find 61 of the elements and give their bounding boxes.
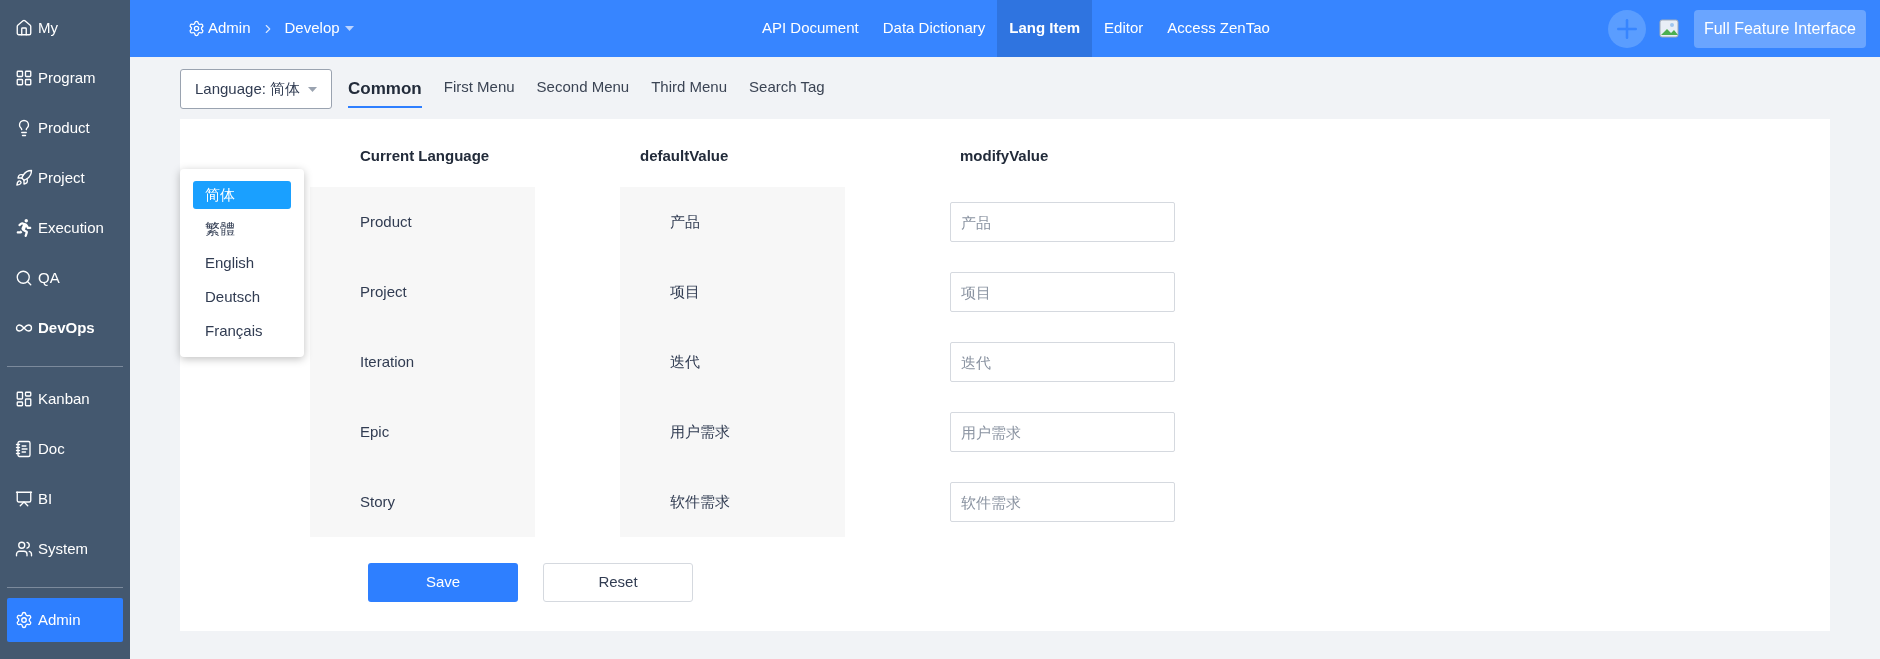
tab[interactable]: Search Tag — [749, 69, 825, 109]
column-header: modifyValue — [959, 146, 1050, 166]
table-cell: 项目 — [620, 257, 845, 327]
tab[interactable]: Third Menu — [651, 69, 728, 109]
input-field[interactable]: 项目 — [950, 272, 1175, 312]
column-header: Current Language — [359, 146, 491, 166]
board-icon — [15, 390, 33, 408]
table-cell: Epic — [310, 397, 535, 467]
language-option[interactable]: Français — [193, 317, 291, 345]
input-field[interactable]: 产品 — [950, 202, 1175, 242]
table-cell: 迭代 — [620, 327, 845, 397]
running-person-icon — [15, 219, 33, 237]
breadcrumb-link[interactable]: Admin — [188, 17, 251, 40]
table-cell: Story — [310, 467, 535, 537]
house-icon — [15, 19, 33, 37]
sidebar-item[interactable]: Execution — [7, 206, 123, 250]
reset-button[interactable]: Reset — [543, 563, 693, 602]
input-field[interactable]: 软件需求 — [950, 482, 1175, 522]
sidebar-item[interactable]: Admin — [7, 598, 123, 642]
tab[interactable]: Second Menu — [536, 69, 630, 109]
input-field[interactable]: 用户需求 — [950, 412, 1175, 452]
sidebar-item[interactable]: Kanban — [7, 377, 123, 421]
notebook-icon — [15, 440, 33, 458]
language-option[interactable]: Deutsch — [193, 283, 291, 311]
users-icon — [15, 540, 33, 558]
grid-icon — [15, 69, 33, 87]
save-button[interactable]: Save — [368, 563, 518, 602]
search-icon — [15, 269, 33, 287]
table-cell: 产品 — [620, 187, 845, 257]
tab[interactable]: Common — [348, 69, 422, 109]
table-cell: Product — [310, 187, 535, 257]
settings-icon — [188, 20, 205, 37]
sidebar-item[interactable]: System — [7, 527, 123, 571]
sidebar-item[interactable]: DevOps — [7, 306, 123, 350]
sidebar-item[interactable]: Project — [7, 156, 123, 200]
table-cell: Project — [310, 257, 535, 327]
nav-tab[interactable]: API Document — [750, 0, 871, 57]
table-cell: Iteration — [310, 327, 535, 397]
nav-tab[interactable]: Editor — [1092, 0, 1156, 57]
caret-icon — [308, 86, 318, 92]
sidebar-item[interactable]: My — [7, 6, 123, 50]
input-field[interactable]: 迭代 — [950, 342, 1175, 382]
language-option[interactable]: 繁體 — [193, 215, 291, 243]
rocket-icon — [15, 169, 33, 187]
tab[interactable]: First Menu — [443, 69, 515, 109]
sidebar-item[interactable]: Product — [7, 106, 123, 150]
settings-icon — [15, 611, 33, 629]
nav-tab[interactable]: Lang Item — [997, 0, 1093, 57]
sidebar-item[interactable]: Program — [7, 56, 123, 100]
table-cell: 用户需求 — [620, 397, 845, 467]
sidebar-item[interactable]: QA — [7, 256, 123, 300]
caret-icon — [344, 26, 354, 31]
sidebar-item[interactable]: Doc — [7, 427, 123, 471]
column-header: defaultValue — [639, 146, 730, 166]
nav-tab[interactable]: Data Dictionary — [870, 0, 998, 57]
language-select[interactable]: Language: 简体 — [180, 69, 333, 109]
table-cell: 软件需求 — [620, 467, 845, 537]
sidebar-item[interactable]: BI — [7, 477, 123, 521]
language-option[interactable]: English — [193, 249, 291, 277]
module-dropdown[interactable]: Develop — [284, 17, 354, 40]
nav-tab[interactable]: Access ZenTao — [1155, 0, 1282, 57]
